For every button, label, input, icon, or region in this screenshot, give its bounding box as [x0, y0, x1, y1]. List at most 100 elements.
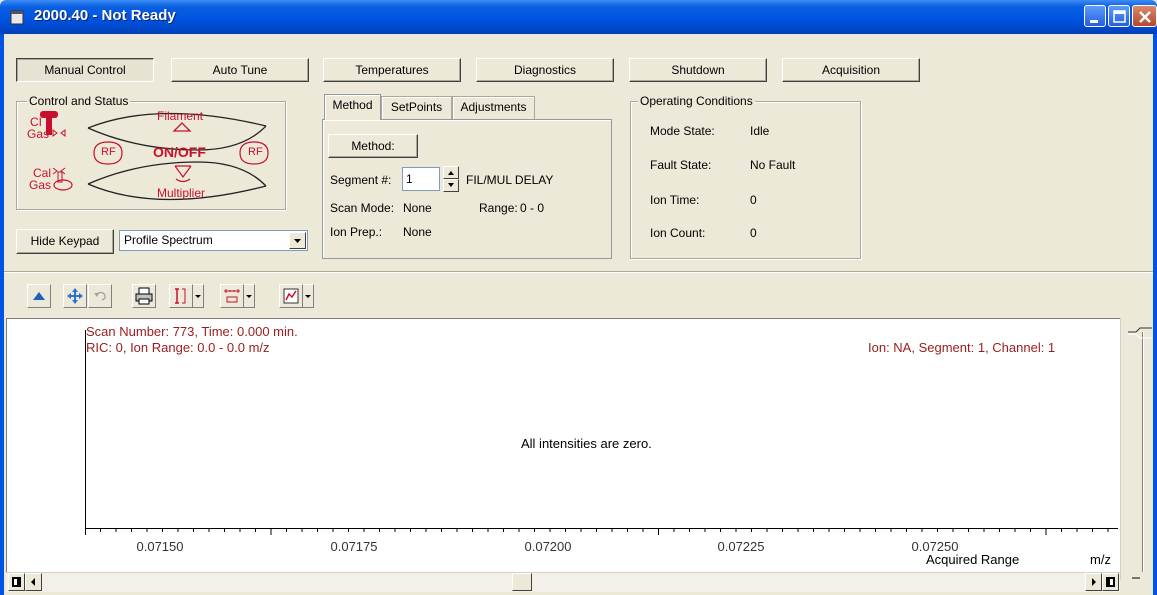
segment-increment-button[interactable]: [443, 166, 459, 179]
print-button[interactable]: [132, 284, 156, 308]
method-button[interactable]: Method:: [328, 134, 418, 158]
chart-options-dropdown[interactable]: [303, 284, 314, 308]
maximize-icon: [1113, 10, 1126, 23]
tab-setpoints[interactable]: SetPoints: [381, 96, 452, 119]
close-button[interactable]: [1132, 5, 1157, 27]
rf-left-label: RF: [101, 146, 116, 158]
cal-gas-label-bottom: Gas: [29, 178, 52, 192]
mode-state-label: Mode State:: [650, 124, 715, 138]
split-icon: [1106, 577, 1115, 587]
fault-state-label: Fault State:: [650, 158, 712, 172]
y-axis-line: [85, 330, 86, 535]
window-frame-right: [1153, 34, 1157, 595]
chevron-down-icon: [305, 295, 311, 298]
move-icon: [67, 288, 83, 304]
spectrum-mode-value: Profile Spectrum: [124, 233, 213, 247]
hide-keypad-button[interactable]: Hide Keypad: [16, 229, 114, 254]
operating-conditions-title: Operating Conditions: [638, 94, 755, 108]
chart-options-button[interactable]: [279, 284, 303, 308]
tab-adjustments[interactable]: Adjustments: [452, 96, 535, 119]
move-button[interactable]: [63, 284, 87, 308]
ion-prep-value: None: [403, 225, 432, 239]
onoff-toggle[interactable]: ON/OFF: [153, 144, 206, 160]
x-axis-ticks: [85, 528, 1109, 535]
split-icon: [12, 577, 21, 587]
segment-input[interactable]: 1: [402, 167, 440, 191]
minimize-button[interactable]: [1084, 5, 1106, 27]
chevron-down-icon: [294, 239, 301, 243]
vertical-scrollbar[interactable]: [1120, 318, 1153, 580]
up-arrow-icon: [33, 292, 45, 300]
window-frame-left: [0, 34, 4, 595]
mode-state-value: Idle: [750, 124, 770, 138]
ion-time-value: 0: [750, 193, 757, 207]
undo-button[interactable]: [88, 284, 112, 308]
ion-prep-label: Ion Prep.:: [330, 225, 383, 239]
ion-count-label: Ion Count:: [650, 226, 706, 240]
x-tick-label: 0.07175: [330, 539, 378, 554]
segment-decrement-button[interactable]: [443, 179, 459, 192]
vertical-slider-track[interactable]: [1142, 332, 1144, 572]
up-arrow-button[interactable]: [27, 284, 51, 308]
scale-icon: [224, 289, 240, 303]
cursor-icon: [175, 288, 186, 304]
scale-button[interactable]: [220, 284, 244, 308]
split-left-button[interactable]: [8, 573, 25, 591]
x-tick-label: 0.07200: [524, 539, 572, 554]
fault-state-value: No Fault: [750, 158, 796, 172]
ion-segment-header: Ion: NA, Segment: 1, Channel: 1: [868, 340, 1056, 355]
manual-control-button[interactable]: Manual Control: [16, 58, 154, 82]
horizontal-scroll-thumb[interactable]: [512, 573, 532, 591]
temperatures-button[interactable]: Temperatures: [323, 58, 461, 82]
scale-dropdown[interactable]: [244, 284, 255, 308]
spectrum-mode-dropdown-button[interactable]: [289, 232, 306, 249]
range-value: 0 - 0: [520, 201, 545, 215]
tab-method[interactable]: Method: [324, 94, 381, 120]
filament-icon[interactable]: [172, 121, 192, 133]
print-icon: [135, 287, 153, 305]
segment-label: Segment #:: [330, 173, 392, 187]
acquisition-button[interactable]: Acquisition: [782, 58, 920, 82]
minimize-icon: [1090, 20, 1098, 23]
maximize-button[interactable]: [1108, 5, 1130, 27]
scroll-right-button[interactable]: [1085, 573, 1102, 591]
split-right-button[interactable]: [1102, 573, 1119, 591]
cal-gas-valve-icon[interactable]: [52, 164, 74, 192]
arrow-down-icon: [448, 183, 454, 187]
app-icon[interactable]: [10, 10, 24, 25]
horizontal-scrollbar[interactable]: [6, 572, 1120, 592]
x-tick-label: 0.07150: [136, 539, 184, 554]
multiplier-icon[interactable]: [172, 163, 194, 185]
ci-gas-label-bottom: Gas: [27, 127, 50, 141]
chart-icon: [283, 288, 299, 304]
multiplier-label: Multiplier: [157, 186, 206, 200]
ci-gas-connector-icon: [52, 129, 66, 137]
ion-count-value: 0: [750, 226, 757, 240]
chevron-down-icon: [246, 295, 252, 298]
auto-tune-button[interactable]: Auto Tune: [171, 58, 309, 82]
arrow-right-icon: [1092, 578, 1096, 586]
vertical-slider-end-icon: [1132, 577, 1140, 579]
mz-unit-label: m/z: [1090, 552, 1111, 567]
spectrum-mode-select[interactable]: Profile Spectrum: [119, 230, 308, 251]
arrow-left-icon: [31, 578, 35, 586]
vertical-slider-thumb[interactable]: [1126, 322, 1154, 346]
scan-number-header: Scan Number: 773, Time: 0.000 min.: [86, 324, 298, 339]
arrow-up-icon: [448, 171, 454, 175]
scroll-left-button[interactable]: [25, 573, 42, 591]
shutdown-button[interactable]: Shutdown: [629, 58, 767, 82]
segment-info: FIL/MUL DELAY: [466, 173, 554, 187]
chevron-down-icon: [195, 295, 201, 298]
zero-intensity-message: All intensities are zero.: [521, 436, 652, 451]
ion-time-label: Ion Time:: [650, 193, 700, 207]
acquired-range-label: Acquired Range: [926, 552, 1020, 567]
scan-mode-value: None: [403, 201, 432, 215]
rf-right-label: RF: [248, 146, 263, 158]
x-tick-label: 0.07225: [717, 539, 765, 554]
close-icon: [1139, 11, 1151, 23]
scan-mode-label: Scan Mode:: [330, 201, 395, 215]
cursor-mode-dropdown[interactable]: [193, 284, 204, 308]
cursor-mode-button[interactable]: [169, 284, 193, 308]
ric-header: RIC: 0, Ion Range: 0.0 - 0.0 m/z: [86, 340, 270, 355]
diagnostics-button[interactable]: Diagnostics: [476, 58, 614, 82]
